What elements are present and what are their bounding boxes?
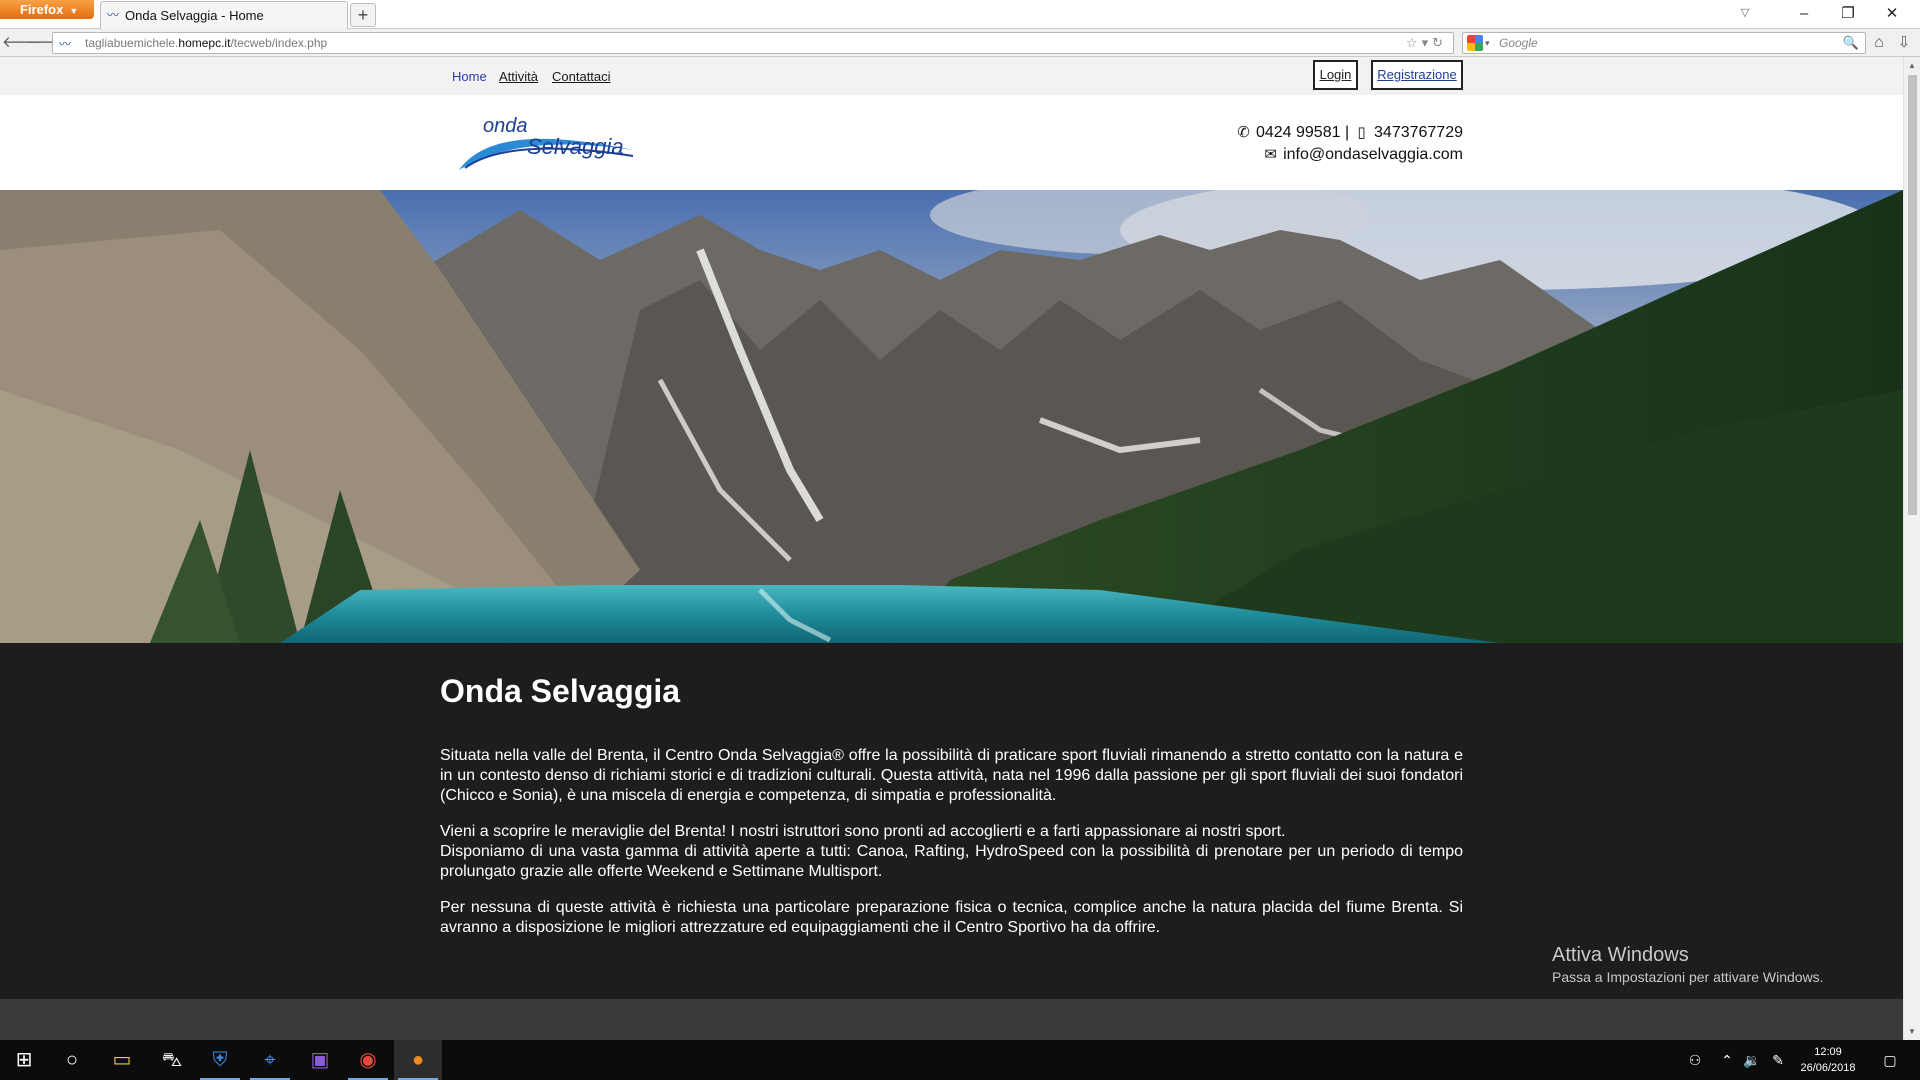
windows-taskbar: ⊞ ○ ▭ ⛍ ⛨ ⌖ ▣ ◉ ● ⚇ ⌃ 🔉 ✎ 12:09 26/06/20… [0,1040,1920,1080]
page-title: Onda Selvaggia [440,673,681,709]
new-tab-button[interactable]: + [350,3,376,27]
search-icon[interactable]: 🔍 [1843,33,1859,53]
logo-text-bottom: Selvaggia [527,134,624,159]
search-placeholder: Google [1499,36,1538,50]
search-bar[interactable]: ▾ Google 🔍 [1462,32,1866,54]
tab-home[interactable]: 〰 Onda Selvaggia - Home [100,1,348,29]
windows-start-icon[interactable]: ⊞ [0,1040,48,1080]
forward-icon[interactable]: 🡒 [26,32,66,54]
chrome-icon[interactable]: ◉ [344,1040,392,1080]
minimize-icon[interactable]: – [1782,0,1826,29]
firefox-menu-button[interactable]: Firefox ▼ [0,0,94,19]
paragraph-3: Per nessuna di queste attività è richies… [440,899,1463,936]
cortana-search-icon[interactable]: ○ [48,1040,96,1080]
activate-windows-watermark: Attiva Windows Passa a Impostazioni per … [1552,942,1824,986]
contact-separator: | [1344,124,1350,141]
browser-titlebar: Firefox ▼ 〰 Onda Selvaggia - Home + ▽ – ❐… [0,0,1920,29]
hero-image [0,190,1903,643]
home-icon[interactable]: ⌂ [1868,32,1890,54]
url-bar[interactable]: 〰 tagliabuemichele.homepc.it/tecweb/inde… [52,32,1454,54]
paragraph-2-line-2: Disponiamo di una vasta gamma di attivit… [440,843,1463,880]
list-all-tabs-icon[interactable]: ▽ [1736,0,1754,29]
mobile-number: 3473767729 [1374,124,1463,141]
paragraph-2-line-1: Vieni a scoprire le meraviglie del Brent… [440,823,1286,840]
scroll-up-icon[interactable]: ▲ [1904,57,1920,74]
reload-icon[interactable]: ↻ [1432,35,1447,50]
visual-studio-icon[interactable]: ▣ [296,1040,344,1080]
bookmark-star-icon[interactable]: ☆ [1406,35,1422,50]
site-logo[interactable]: onda Selvaggia [455,110,645,174]
pen-icon[interactable]: ✎ [1766,1040,1790,1080]
envelope-icon: ✉ [1264,146,1277,163]
url-actions: ☆▾↻ [1406,33,1447,53]
nav-link-attivita[interactable]: Attività [499,69,538,84]
store-icon[interactable]: ⛍ [148,1040,196,1080]
url-path: /tecweb/index.php [230,36,328,50]
file-explorer-icon[interactable]: ▭ [98,1040,146,1080]
register-button[interactable]: Registrazione [1371,60,1463,90]
engine-dropdown-icon[interactable]: ▾ [1485,33,1490,53]
browser-navbar: 🡐 🡒 〰 tagliabuemichele.homepc.it/tecweb/… [0,29,1920,57]
url-host: homepc.it [178,36,231,50]
security-shield-icon[interactable]: ⛨ [196,1040,244,1080]
nav-link-home[interactable]: Home [452,69,487,84]
site-header: onda Selvaggia ✆ 0424 99581 | ▯ 34737677… [0,95,1903,190]
paragraph-2: Vieni a scoprire le meraviglie del Brent… [440,822,1463,882]
volume-icon[interactable]: 🔉 [1740,1040,1764,1080]
history-dropdown-icon[interactable]: ▾ [1422,35,1433,50]
mobile-phone-icon: ▯ [1357,124,1366,141]
notifications-icon[interactable]: ▢ [1870,1040,1910,1080]
contact-info: ✆ 0424 99581 | ▯ 3473767729 ✉ info@ondas… [1236,122,1463,166]
firefox-menu-label: Firefox [20,2,64,17]
firefox-icon[interactable]: ● [394,1040,442,1080]
paragraph-1: Situata nella valle del Brenta, il Centr… [440,747,1463,804]
google-engine-icon[interactable] [1467,35,1483,51]
nav-link-contattaci[interactable]: Contattaci [552,69,611,84]
close-icon[interactable]: ✕ [1870,0,1914,29]
email-line: ✉ info@ondaselvaggia.com [1236,144,1463,166]
phone-line: ✆ 0424 99581 | ▯ 3473767729 [1236,122,1463,144]
site-favicon-icon: 〰 [107,8,120,22]
footer-strip [0,999,1903,1040]
site-identity-icon: 〰 [59,37,72,51]
restore-icon[interactable]: ❐ [1826,0,1870,29]
chevron-down-icon: ▼ [69,6,79,16]
scrollbar-thumb[interactable] [1908,75,1917,515]
clock-time: 12:09 [1814,1046,1842,1058]
tab-title: Onda Selvaggia - Home [125,8,264,23]
clock-date: 26/06/2018 [1800,1062,1856,1074]
login-button[interactable]: Login [1313,60,1358,90]
back-icon[interactable]: 🡐 [2,32,42,54]
page-scrollbar[interactable]: ▲ ▼ [1903,57,1920,1040]
url-prefix: tagliabuemichele. [85,36,179,50]
watermark-title: Attiva Windows [1552,944,1689,966]
watermark-subtitle: Passa a Impostazioni per attivare Window… [1552,969,1824,985]
tray-expand-icon[interactable]: ⌃ [1716,1040,1738,1080]
phone-icon: ✆ [1237,124,1250,141]
email-address: info@ondaselvaggia.com [1283,146,1463,163]
phone-number: 0424 99581 [1255,124,1341,141]
downloads-icon[interactable]: ⇩ [1892,32,1916,54]
system-clock[interactable]: 12:09 26/06/2018 [1796,1044,1860,1076]
page-viewport: Home Attività Contattaci Login Registraz… [0,57,1920,1040]
logo-text-top: onda [483,115,528,137]
site-top-nav: Home Attività Contattaci Login Registraz… [0,57,1903,95]
maps-pin-icon[interactable]: ⌖ [246,1040,294,1080]
scroll-down-icon[interactable]: ▼ [1904,1023,1920,1040]
intro-text: Situata nella valle del Brenta, il Centr… [440,746,1463,954]
people-icon[interactable]: ⚇ [1680,1040,1710,1080]
